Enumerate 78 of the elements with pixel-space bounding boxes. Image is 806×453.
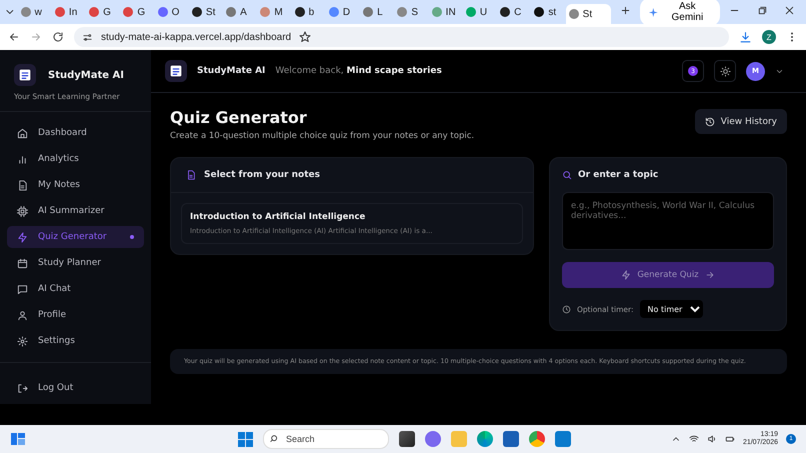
theme-toggle[interactable] (714, 60, 736, 82)
sidebar-item[interactable]: Analytics (7, 148, 144, 170)
lightning-icon (17, 232, 28, 242)
browser-tab[interactable]: IN (428, 2, 461, 22)
note-title: Introduction to Artificial Intelligence (190, 212, 366, 222)
browser-tab[interactable]: D (326, 2, 358, 22)
brand-name: StudyMate AI (48, 70, 124, 80)
chip-icon (17, 206, 28, 216)
site-settings-icon (82, 32, 93, 42)
calendar-icon (17, 258, 28, 268)
speaker-icon (706, 434, 717, 444)
start-icon[interactable] (238, 432, 253, 446)
card-title: Or enter a topic (578, 170, 658, 180)
home-icon (17, 128, 28, 138)
star-icon (299, 31, 312, 43)
logout-link[interactable]: Log Out (0, 377, 151, 399)
welcome-text: Welcome back, Mind scape stories (275, 66, 442, 76)
close-icon (784, 5, 795, 16)
browser-tab[interactable]: A (223, 2, 256, 22)
ask-gemini-button[interactable]: Ask Gemini (640, 0, 720, 26)
restore-icon (756, 5, 768, 16)
sidebar-item[interactable]: My Notes (7, 174, 144, 196)
browser-tab[interactable]: w (18, 2, 50, 22)
logout-icon (17, 382, 28, 394)
sidebar-item[interactable]: AI Chat (7, 278, 144, 300)
profile-avatar[interactable]: Z (762, 30, 776, 44)
browser-tab[interactable]: O (154, 2, 187, 22)
sidebar-item[interactable]: Dashboard (7, 122, 144, 144)
browser-tab[interactable]: L (360, 2, 392, 22)
user-icon (17, 310, 28, 320)
logo-icon (17, 67, 33, 83)
browser-tab[interactable]: b (292, 2, 324, 22)
page-title: Quiz Generator (170, 108, 308, 127)
search-icon (562, 170, 572, 180)
document-icon (17, 180, 28, 190)
sidebar-item[interactable]: Settings (7, 330, 144, 352)
browser-tab[interactable]: G (120, 2, 153, 22)
sidebar-item[interactable]: Study Planner (7, 252, 144, 274)
search-icon (270, 434, 280, 444)
sidebar-item[interactable]: Quiz Generator (7, 226, 144, 248)
history-icon (704, 116, 715, 126)
sun-icon (720, 66, 730, 76)
bar-chart-icon (17, 154, 28, 164)
topic-field[interactable]: e.g., Photosynthesis, World War II, Calculus derivatives... (562, 192, 774, 250)
sidebar-item[interactable]: Profile (7, 304, 144, 326)
timer-dropdown[interactable]: No timer (640, 300, 703, 318)
browser-tab[interactable]: U (462, 2, 496, 22)
browser-tab[interactable]: In (52, 2, 84, 22)
header-brand: StudyMate AI (197, 66, 266, 76)
taskbar-search[interactable]: Search (263, 429, 389, 449)
page-subtitle: Create a 10-question multiple choice quiz from your notes or any topic. (170, 131, 474, 141)
chat-icon (17, 284, 28, 294)
browser-tab[interactable]: st (531, 2, 564, 22)
browser-tab[interactable]: M (257, 2, 290, 22)
document-icon (186, 170, 196, 180)
logo-icon (168, 63, 184, 79)
browser-tab[interactable]: St (566, 4, 611, 24)
battery-icon (724, 434, 735, 444)
widgets-icon[interactable] (10, 431, 26, 447)
sparkle-icon (648, 6, 659, 18)
wifi-icon (688, 434, 699, 444)
arrow-right-icon (704, 270, 715, 280)
view-history-button[interactable]: View History (694, 109, 787, 134)
sidebar-item[interactable]: AI Summarizer (7, 200, 144, 222)
back-icon (8, 31, 20, 43)
download-icon (739, 30, 752, 44)
card-title: Select from your notes (204, 170, 320, 180)
url-text: study-mate-ai-kappa.vercel.app/dashboard (101, 32, 292, 42)
plus-icon (620, 5, 631, 16)
forward-icon (30, 31, 42, 43)
browser-tab[interactable]: C (497, 2, 530, 22)
lightning-icon (621, 270, 632, 280)
clock-icon (562, 304, 571, 314)
browser-tab[interactable]: G (86, 2, 118, 22)
reload-icon (52, 31, 64, 43)
address-bar[interactable]: study-mate-ai-kappa.vercel.app/dashboard (74, 27, 729, 47)
browser-tab[interactable]: St (188, 2, 222, 22)
browser-tab[interactable]: S (394, 2, 427, 22)
